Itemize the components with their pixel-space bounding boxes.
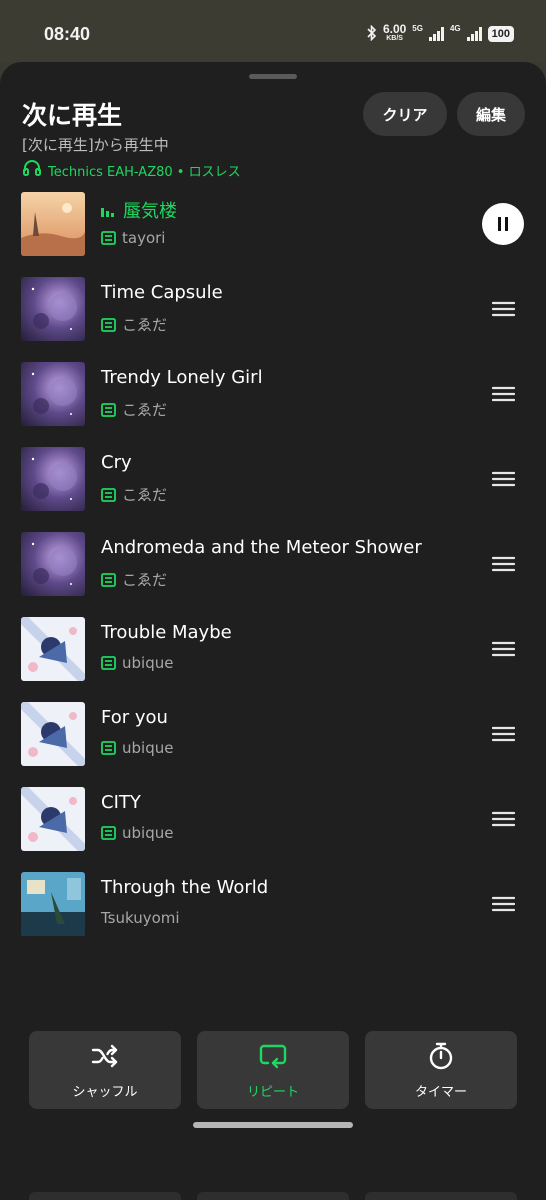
drag-handle-icon[interactable] [492, 386, 515, 402]
album-art [21, 787, 85, 851]
track-subtitle: こゑだ [101, 484, 167, 505]
shuffle-icon [91, 1044, 118, 1067]
edit-button[interactable]: 編集 [457, 92, 525, 136]
download-icon [101, 231, 116, 245]
track-title: Trouble Maybe [101, 622, 232, 643]
album-art [21, 277, 85, 341]
album-art [21, 617, 85, 681]
track-subtitle: ubique [101, 739, 173, 757]
track-row[interactable]: 蜃気楼 tayori [0, 192, 546, 277]
download-icon [101, 741, 116, 755]
track-artist: ubique [122, 654, 174, 672]
network-type-label: 4G [449, 24, 461, 33]
shuffle-label: シャッフル [72, 1084, 138, 1100]
bluetooth-icon [367, 24, 377, 44]
pause-icon [498, 217, 508, 231]
track-row[interactable]: Cry こゑだ [0, 447, 546, 532]
download-icon [101, 487, 116, 502]
download-icon [101, 572, 116, 587]
album-art [21, 872, 85, 936]
drag-handle-icon[interactable] [492, 641, 515, 657]
repeat-button[interactable]: リピート [197, 1031, 349, 1109]
track-title: 蜃気楼 [123, 201, 177, 222]
track-artist: tayori [122, 229, 166, 247]
track-title: Andromeda and the Meteor Shower [101, 537, 422, 558]
repeat-icon [259, 1044, 287, 1068]
track-artist: こゑだ [122, 571, 168, 589]
download-icon [101, 656, 116, 670]
track-row[interactable]: CITY ubique [0, 787, 546, 872]
repeat-label: リピート [246, 1084, 299, 1100]
download-icon [101, 402, 116, 417]
track-title: Time Capsule [101, 282, 223, 303]
track-row[interactable]: Andromeda and the Meteor Shower こゑだ [0, 532, 546, 617]
track-row[interactable]: Through the World Tsukuyomi [0, 872, 546, 957]
track-subtitle: こゑだ [101, 399, 167, 420]
network-speed: 6.00 KB/S [382, 22, 407, 42]
battery-indicator: 100 [487, 26, 514, 42]
queue-source-text: [次に再生]から再生中 [22, 136, 169, 154]
next-controls-peek [365, 1192, 517, 1200]
track-title: Through the World [101, 877, 269, 898]
next-controls-peek [197, 1192, 349, 1200]
track-artist: こゑだ [122, 486, 168, 504]
drag-handle-icon[interactable] [492, 556, 515, 572]
track-row[interactable]: Trendy Lonely Girl こゑだ [0, 362, 546, 447]
output-device[interactable]: Technics EAH-AZ80 • ロスレス [22, 158, 241, 182]
page-title: 次に再生 [22, 101, 123, 130]
track-subtitle: tayori [101, 229, 165, 247]
clear-button[interactable]: クリア [363, 92, 447, 136]
signal-icon [466, 27, 482, 41]
timer-label: タイマー [414, 1084, 467, 1100]
status-time: 08:40 [44, 24, 91, 44]
track-title: Trendy Lonely Girl [101, 367, 263, 388]
track-artist: Tsukuyomi [101, 909, 180, 927]
track-subtitle: こゑだ [101, 314, 167, 335]
track-subtitle: ubique [101, 654, 173, 672]
track-artist: ubique [122, 739, 174, 757]
shuffle-button[interactable]: シャッフル [29, 1031, 181, 1109]
track-row[interactable]: Time Capsule こゑだ [0, 277, 546, 362]
track-subtitle: こゑだ [101, 569, 167, 590]
network-type-label: 5G [412, 24, 423, 33]
track-artist: こゑだ [122, 316, 168, 334]
album-art [21, 362, 85, 426]
track-title: Cry [101, 452, 132, 473]
drag-handle-icon[interactable] [492, 301, 515, 317]
next-controls-peek [29, 1192, 181, 1200]
drag-handle-icon[interactable] [492, 811, 515, 827]
drag-handle-icon[interactable] [492, 471, 515, 487]
track-artist: ubique [122, 824, 174, 842]
album-art [21, 532, 85, 596]
now-playing-icon [101, 205, 114, 217]
drag-handle-icon[interactable] [492, 896, 515, 912]
home-indicator[interactable] [193, 1122, 353, 1128]
status-icons: 6.00 KB/S 5G 4G 100 [367, 22, 514, 44]
track-title: CITY [101, 792, 141, 813]
output-device-label: Technics EAH-AZ80 • ロスレス [48, 164, 241, 180]
album-art [21, 447, 85, 511]
download-icon [101, 317, 116, 332]
timer-button[interactable]: タイマー [365, 1031, 517, 1109]
track-subtitle: ubique [101, 824, 173, 842]
download-icon [101, 826, 116, 840]
drag-handle-icon[interactable] [492, 726, 515, 742]
signal-icon [428, 27, 444, 41]
album-art [21, 702, 85, 766]
track-row[interactable]: Trouble Maybe ubique [0, 617, 546, 702]
track-subtitle: Tsukuyomi [101, 909, 180, 927]
headphones-icon [22, 158, 42, 182]
track-row[interactable]: For you ubique [0, 702, 546, 787]
status-bar: 08:40 6.00 KB/S 5G 4G 100 [0, 0, 546, 62]
track-title: For you [101, 707, 168, 728]
timer-icon [429, 1042, 453, 1069]
album-art [21, 192, 85, 256]
pause-button[interactable] [482, 203, 524, 245]
sheet-drag-handle[interactable] [249, 74, 297, 79]
track-artist: こゑだ [122, 401, 168, 419]
